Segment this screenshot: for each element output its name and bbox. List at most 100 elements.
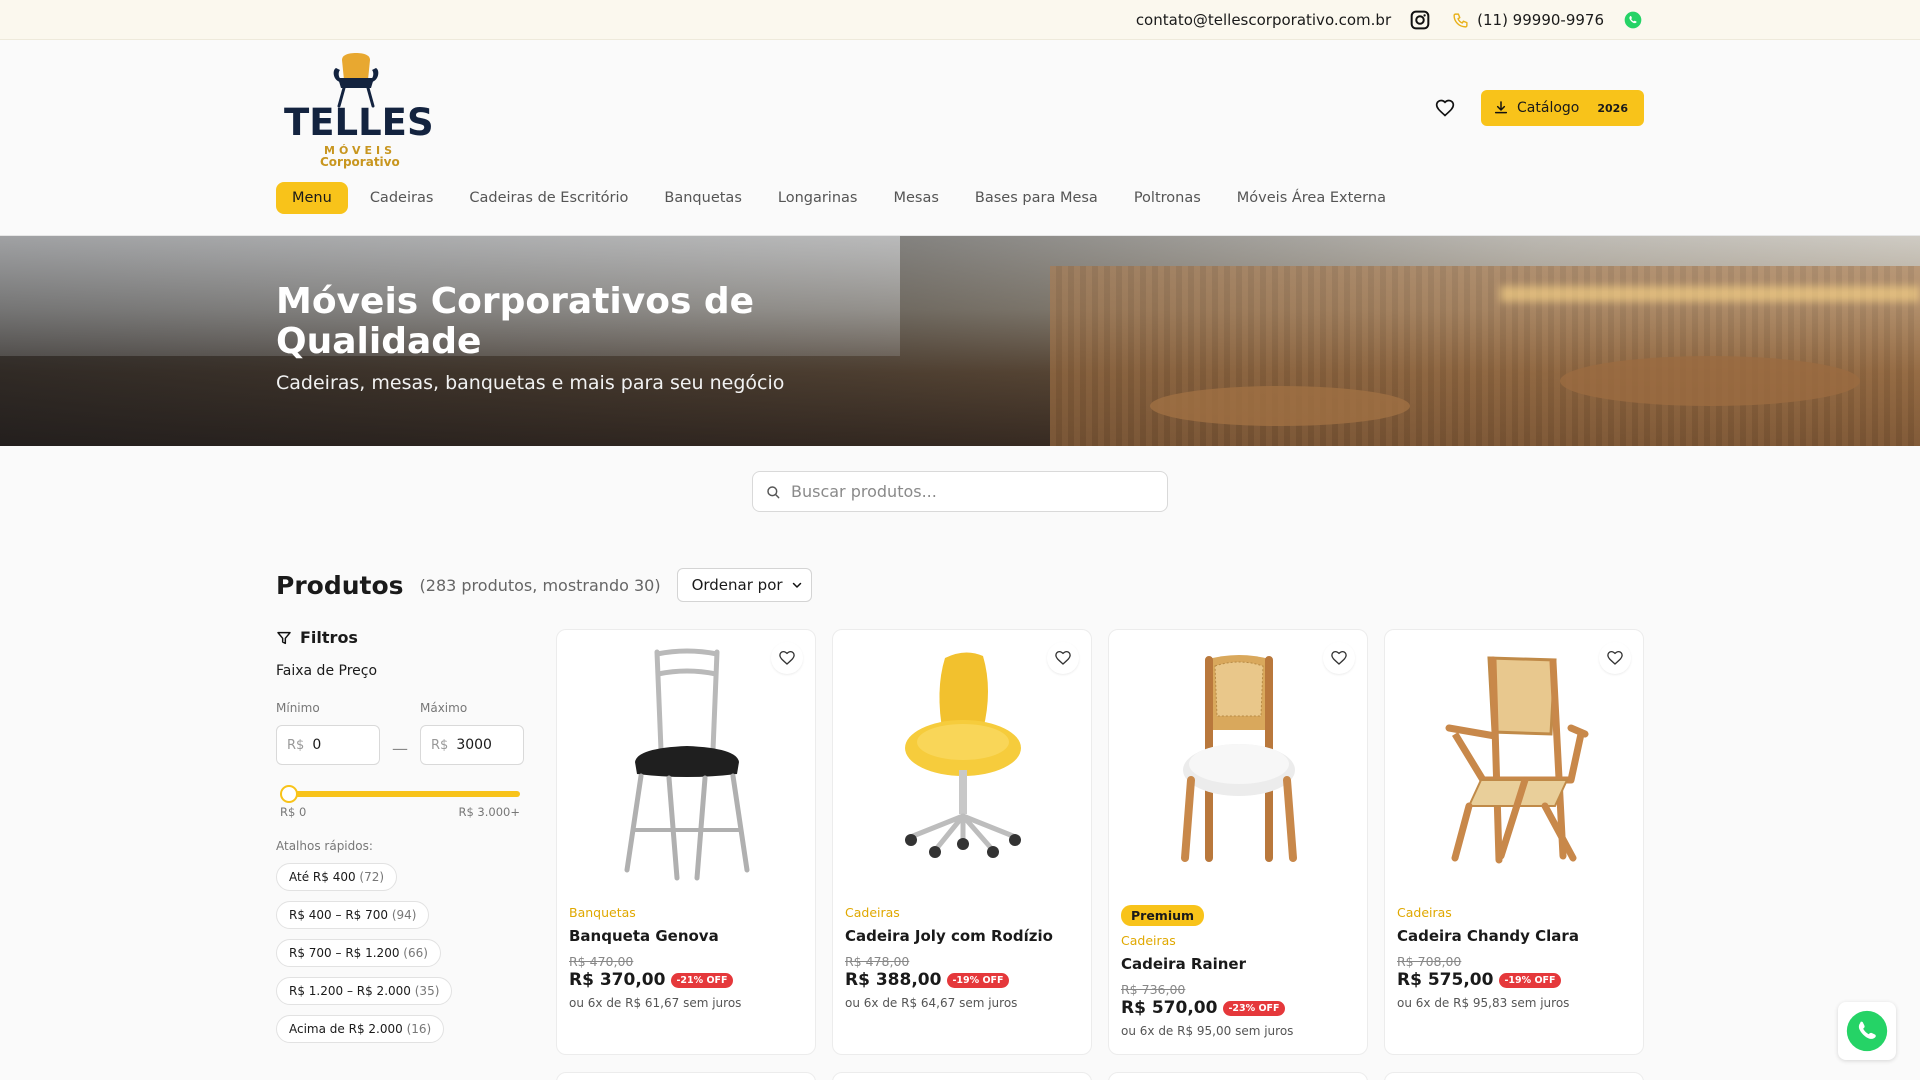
favorite-button[interactable] [771,642,803,674]
product-card[interactable] [556,1072,816,1080]
phone-icon [1449,9,1471,31]
discount-badge: -21% OFF [671,972,733,988]
product-category[interactable]: Cadeiras [845,905,1079,920]
product-card[interactable] [1108,1072,1368,1080]
product-card[interactable] [832,1072,1092,1080]
nav-item-menu[interactable]: Menu [276,182,348,214]
hero-banner: Móveis Corporativos de Qualidade Cadeira… [0,236,1920,446]
nav-item-mesas[interactable]: Mesas [875,182,956,214]
product-card[interactable]: Banquetas Banqueta Genova R$ 470,00 R$ 3… [556,629,816,1055]
min-currency: R$ [287,737,305,753]
nav-item-cadeiras[interactable]: Cadeiras [352,182,452,214]
heart-icon [1331,650,1347,665]
product-grid: Banquetas Banqueta Genova R$ 470,00 R$ 3… [556,629,1644,1055]
favorite-button[interactable] [1047,642,1079,674]
product-category[interactable]: Cadeiras [1121,933,1355,948]
whatsapp-chat-button[interactable] [1838,1002,1896,1060]
product-name[interactable]: Cadeira Joly com Rodízio [845,927,1079,945]
price-shortcut-chip[interactable]: R$ 400 – R$ 700 (94) [276,901,430,929]
slider-max-label: R$ 3.000+ [458,805,520,819]
favorite-button[interactable] [1599,642,1631,674]
nav-item-longarinas[interactable]: Longarinas [760,182,876,214]
product-price: R$ 370,00 [569,970,666,990]
product-card[interactable]: Premium Cadeiras Cadeira Rainer R$ 736,0… [1108,629,1368,1055]
sort-select[interactable]: Ordenar por [676,568,812,602]
heart-icon [779,650,795,665]
max-price-value: 3000 [456,737,492,753]
shortcuts-label: Atalhos rápidos: [276,839,373,853]
discount-badge: -19% OFF [1499,972,1561,988]
price-slider-track [280,791,520,797]
product-installments: ou 6x de R$ 61,67 sem juros [569,996,742,1010]
price-slider[interactable] [276,783,520,803]
min-label: Mínimo [276,701,320,715]
brand-subtagline: Corporativo [320,155,400,169]
product-card[interactable] [1384,1072,1644,1080]
contact-phone[interactable]: (11) 99990-9976 [1449,9,1604,31]
products-header: Produtos (283 produtos, mostrando 30) Or… [276,568,812,602]
price-shortcut-chip[interactable]: Acima de R$ 2.000 (16) [276,1015,445,1043]
product-price: R$ 570,00 [1121,998,1218,1018]
max-currency: R$ [431,737,449,753]
top-contact-bar: contato@tellescorporativo.com.br (11) 99… [0,0,1920,40]
product-name[interactable]: Banqueta Genova [569,927,803,945]
product-name[interactable]: Cadeira Chandy Clara [1397,927,1631,945]
premium-badge: Premium [1121,905,1205,926]
contact-email[interactable]: contato@tellescorporativo.com.br [1136,11,1391,29]
instagram-icon[interactable] [1409,9,1431,31]
search-icon [767,485,780,498]
chevron-down-icon [792,582,801,588]
discount-badge: -19% OFF [947,972,1009,988]
max-label: Máximo [420,701,468,715]
product-category[interactable]: Cadeiras [1397,905,1631,920]
catalog-label: Catálogo [1517,100,1580,116]
filters-title-text: Filtros [300,628,358,647]
heart-icon [1055,650,1071,665]
nav-item-poltronas[interactable]: Poltronas [1116,182,1219,214]
discount-badge: -23% OFF [1223,1000,1285,1016]
brand-name: TELLES [284,101,434,144]
sort-label: Ordenar por [691,576,783,594]
product-search [752,471,1168,512]
favorite-button[interactable] [1323,642,1355,674]
min-price-field[interactable]: R$ 0 [276,725,380,765]
nav-item-cadeiras-escritorio[interactable]: Cadeiras de Escritório [451,182,646,214]
price-shortcut-chip[interactable]: R$ 1.200 – R$ 2.000 (35) [276,977,453,1005]
hero-subtitle: Cadeiras, mesas, banquetas e mais para s… [276,372,785,394]
price-range-label: Faixa de Preço [276,663,378,679]
product-old-price: R$ 708,00 [1397,954,1462,969]
product-installments: ou 6x de R$ 95,00 sem juros [1121,1024,1294,1038]
whatsapp-icon[interactable] [1622,9,1644,31]
price-shortcut-chip[interactable]: Até R$ 400 (72) [276,863,398,891]
hero-title: Móveis Corporativos de Qualidade [276,281,755,362]
product-category[interactable]: Banquetas [569,905,803,920]
product-card[interactable]: Cadeiras Cadeira Joly com Rodízio R$ 478… [832,629,1092,1055]
search-input[interactable] [791,482,1131,501]
catalog-download-button[interactable]: Catálogo 2026 [1481,90,1644,126]
nav-item-area-externa[interactable]: Móveis Área Externa [1219,182,1404,214]
brand-logo[interactable]: TELLES MÓVEIS Corporativo [276,52,436,170]
product-card[interactable]: Cadeiras Cadeira Chandy Clara R$ 708,00 … [1384,629,1644,1055]
download-icon [1494,101,1508,114]
product-old-price: R$ 736,00 [1121,982,1186,997]
product-old-price: R$ 478,00 [845,954,910,969]
nav-item-bases-mesa[interactable]: Bases para Mesa [957,182,1116,214]
category-nav: Menu Cadeiras Cadeiras de Escritório Ban… [276,182,1404,214]
whatsapp-icon [1846,1010,1888,1052]
products-heading: Produtos [276,570,404,600]
max-price-field[interactable]: R$ 3000 [420,725,524,765]
price-slider-thumb[interactable] [280,785,298,803]
site-header: TELLES MÓVEIS Corporativo Catálogo 2026 … [0,40,1920,236]
products-count: (283 produtos, mostrando 30) [419,575,661,595]
product-name[interactable]: Cadeira Rainer [1121,955,1355,973]
favorites-button[interactable] [1431,94,1459,122]
filter-icon [277,631,291,644]
product-price: R$ 388,00 [845,970,942,990]
filters-title: Filtros [276,628,524,647]
price-shortcut-chip[interactable]: R$ 700 – R$ 1.200 (66) [276,939,441,967]
contact-phone-number: (11) 99990-9976 [1477,11,1604,29]
catalog-year: 2026 [1597,101,1628,115]
product-old-price: R$ 470,00 [569,954,634,969]
min-price-value: 0 [312,737,322,753]
nav-item-banquetas[interactable]: Banquetas [646,182,759,214]
